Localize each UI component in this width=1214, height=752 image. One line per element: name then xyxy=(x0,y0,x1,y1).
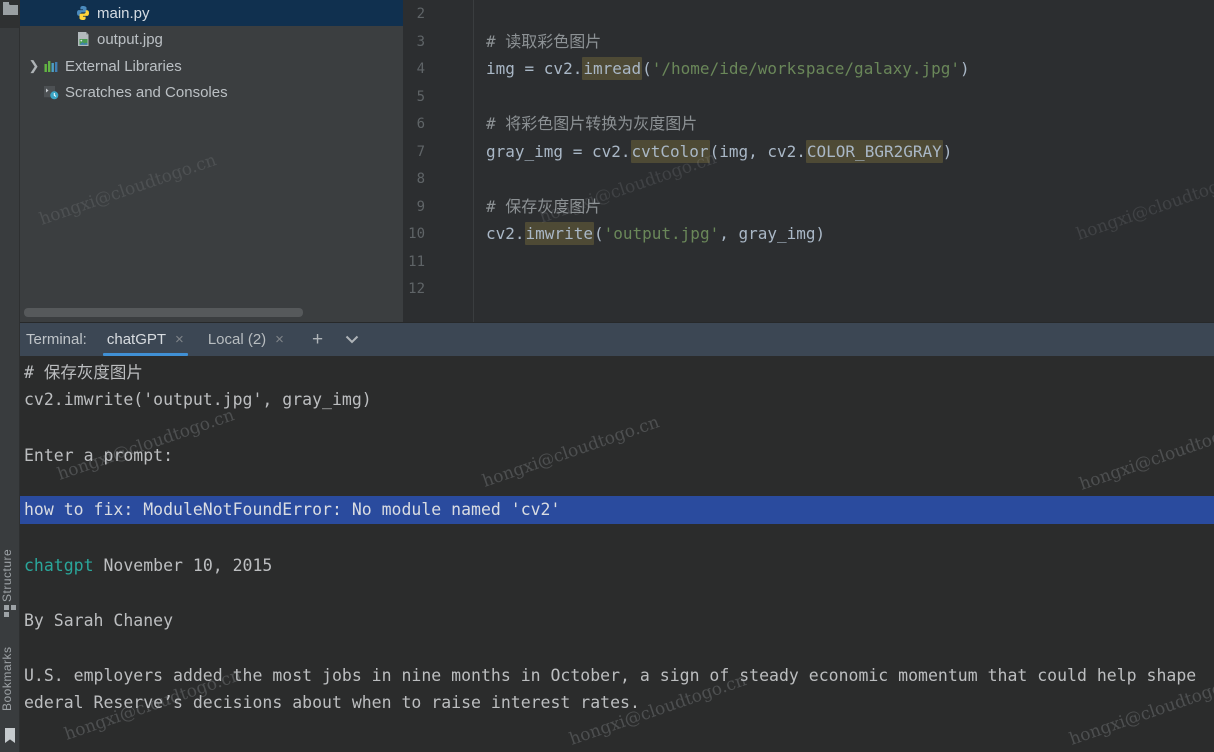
code-line[interactable]: 3 # 读取彩色图片 xyxy=(403,28,1214,56)
code-comment: # 保存灰度图片 xyxy=(486,193,601,221)
terminal-line: By Sarah Chaney xyxy=(20,607,1214,635)
tree-item-output-jpg[interactable]: output.jpg xyxy=(20,26,403,52)
terminal-prompt-label: Enter a prompt: xyxy=(20,442,1214,470)
code-line[interactable]: 5 xyxy=(403,83,1214,111)
line-number: 10 xyxy=(403,220,425,248)
chatgpt-tag: chatgpt xyxy=(24,556,94,575)
python-file-icon xyxy=(75,5,91,21)
line-number: 7 xyxy=(403,138,425,166)
project-tool-button[interactable] xyxy=(0,0,20,28)
tree-item-label: Scratches and Consoles xyxy=(65,84,228,101)
line-number: 12 xyxy=(403,275,425,303)
line-number: 6 xyxy=(403,110,425,138)
tab-chatgpt[interactable]: chatGPT × xyxy=(101,323,190,356)
image-file-icon xyxy=(75,31,91,47)
tab-local-2[interactable]: Local (2) × xyxy=(202,323,290,356)
bookmarks-tool-button[interactable]: Bookmarks xyxy=(0,634,20,724)
libraries-icon xyxy=(43,58,59,74)
line-number: 9 xyxy=(403,193,425,221)
code-line[interactable]: 12 xyxy=(403,275,1214,303)
code-line[interactable]: 7 gray_img = cv2.cvtColor(img, cv2.COLOR… xyxy=(403,138,1214,166)
tree-item-external-libraries[interactable]: ❯ External Libraries xyxy=(20,53,403,79)
line-number: 4 xyxy=(403,55,425,83)
line-number: 8 xyxy=(403,165,425,193)
structure-icon[interactable] xyxy=(3,604,17,618)
scratches-icon xyxy=(43,84,59,100)
line-number: 11 xyxy=(403,248,425,276)
code-line[interactable]: 8 xyxy=(403,165,1214,193)
tree-item-main-py[interactable]: main.py xyxy=(20,0,403,26)
close-icon[interactable]: × xyxy=(175,331,184,348)
code-text: img = cv2.imread('/home/ide/workspace/ga… xyxy=(486,55,970,83)
folder-icon xyxy=(3,2,18,15)
structure-tool-button[interactable]: Structure xyxy=(0,546,20,604)
code-comment: # 将彩色图片转换为灰度图片 xyxy=(486,110,697,138)
terminal-line: U.S. employers added the most jobs in ni… xyxy=(20,662,1214,690)
terminal-line-selected[interactable]: how to fix: ModuleNotFoundError: No modu… xyxy=(20,496,1214,524)
terminal-label: Terminal: xyxy=(26,331,87,348)
add-tab-button[interactable]: + xyxy=(312,330,323,349)
code-line[interactable]: 2 xyxy=(403,0,1214,28)
tree-item-label: External Libraries xyxy=(65,58,182,75)
chevron-right-icon[interactable]: ❯ xyxy=(25,58,43,74)
terminal-tab-bar: Terminal: chatGPT × Local (2) × + xyxy=(20,322,1214,356)
tree-item-label: output.jpg xyxy=(97,31,163,48)
terminal-line: ederal Reserve’s decisions about when to… xyxy=(20,689,1214,717)
chevron-down-icon[interactable] xyxy=(345,335,359,344)
terminal-line: # 保存灰度图片 xyxy=(20,359,1214,387)
code-editor[interactable]: 2 3 # 读取彩色图片 4 img = cv2.imread('/home/i… xyxy=(403,0,1214,322)
line-number: 3 xyxy=(403,28,425,56)
terminal-line: chatgpt November 10, 2015 xyxy=(20,552,1214,580)
line-number: 5 xyxy=(403,83,425,111)
close-icon[interactable]: × xyxy=(275,331,284,348)
code-line[interactable]: 4 img = cv2.imread('/home/ide/workspace/… xyxy=(403,55,1214,83)
code-text: gray_img = cv2.cvtColor(img, cv2.COLOR_B… xyxy=(486,138,952,166)
code-line[interactable]: 9 # 保存灰度图片 xyxy=(403,193,1214,221)
terminal-output[interactable]: # 保存灰度图片 cv2.imwrite('output.jpg', gray_… xyxy=(20,356,1214,752)
code-line[interactable]: 11 xyxy=(403,248,1214,276)
tree-item-scratches[interactable]: Scratches and Consoles xyxy=(20,79,403,105)
ide-window: { "watermark": { "text": "hongxi@cloudto… xyxy=(0,0,1214,752)
bookmark-icon[interactable] xyxy=(3,728,17,744)
horizontal-scrollbar[interactable] xyxy=(24,308,303,317)
tool-window-stripe: Structure Bookmarks xyxy=(0,0,20,752)
tree-item-label: main.py xyxy=(97,5,150,22)
code-comment: # 读取彩色图片 xyxy=(486,28,601,56)
line-number: 2 xyxy=(403,0,425,28)
code-text: cv2.imwrite('output.jpg', gray_img) xyxy=(486,220,825,248)
code-line[interactable]: 10 cv2.imwrite('output.jpg', gray_img) xyxy=(403,220,1214,248)
code-line[interactable]: 6 # 将彩色图片转换为灰度图片 xyxy=(403,110,1214,138)
terminal-line: cv2.imwrite('output.jpg', gray_img) xyxy=(20,386,1214,414)
project-tree-panel: main.py output.jpg ❯ External Libraries … xyxy=(20,0,403,322)
